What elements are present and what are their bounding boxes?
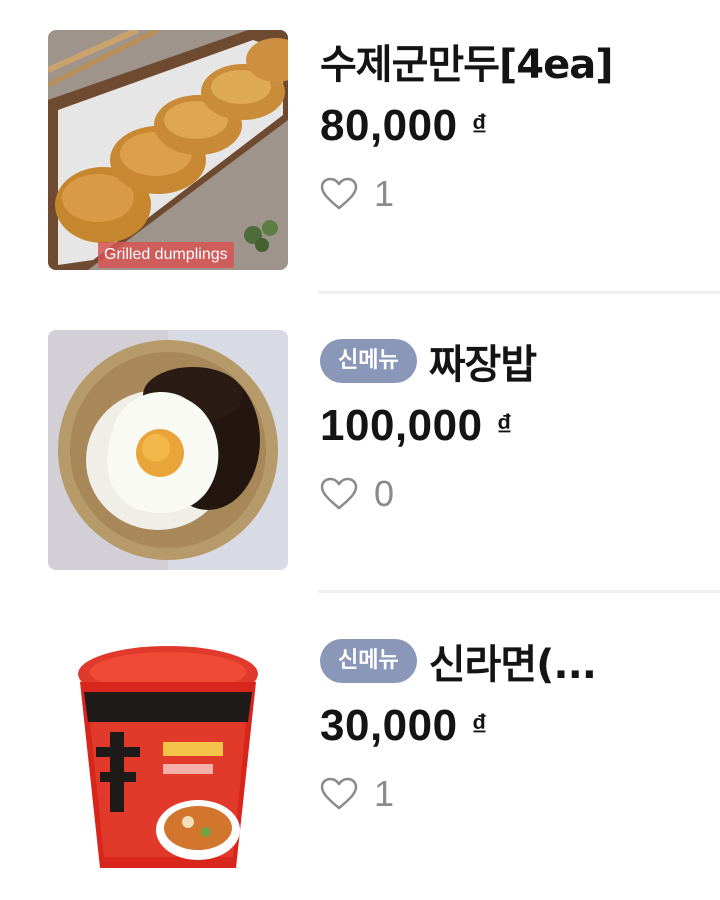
item-price: 80,000 [320, 101, 458, 150]
like-row: 1 [320, 770, 700, 818]
item-info: 신메뉴 신라면(... 30,000 ₫ 1 [320, 630, 700, 818]
jjajang-rice-photo [48, 330, 288, 570]
new-menu-badge: 신메뉴 [320, 339, 417, 383]
item-title[interactable]: 신라면(... [429, 632, 597, 690]
title-row: 신메뉴 짜장밥 [320, 330, 700, 392]
price-row: 30,000 ₫ [320, 698, 700, 754]
item-title[interactable]: 수제군만두[4ea] [320, 32, 614, 90]
divider [318, 590, 720, 593]
menu-item-dumplings[interactable]: Grilled dumplings 수제군만두[4ea] 80,000 ₫ 1 [0, 0, 720, 300]
price-row: 100,000 ₫ [320, 398, 700, 454]
item-info: 수제군만두[4ea] 80,000 ₫ 1 [320, 30, 700, 218]
thumb-caption: Grilled dumplings [98, 242, 234, 268]
dumplings-image[interactable]: Grilled dumplings [48, 30, 288, 270]
title-row: 수제군만두[4ea] [320, 30, 700, 92]
jjajang-rice-image[interactable] [48, 330, 288, 570]
like-row: 1 [320, 170, 700, 218]
item-info: 신메뉴 짜장밥 100,000 ₫ 0 [320, 330, 700, 518]
heart-outline-icon[interactable] [320, 777, 358, 811]
menu-item-jjajang-rice[interactable]: 신메뉴 짜장밥 100,000 ₫ 0 [0, 300, 720, 600]
title-row: 신메뉴 신라면(... [320, 630, 700, 692]
like-count: 1 [374, 173, 395, 214]
currency-symbol: ₫ [471, 709, 487, 742]
like-count: 0 [374, 473, 395, 514]
item-price: 100,000 [320, 401, 483, 450]
shin-ramyun-cup-photo [48, 632, 288, 872]
heart-outline-icon[interactable] [320, 477, 358, 511]
dumplings-photo [48, 30, 288, 270]
divider [318, 291, 720, 294]
item-price: 30,000 [320, 701, 458, 750]
currency-symbol: ₫ [471, 109, 487, 142]
price-row: 80,000 ₫ [320, 98, 700, 154]
item-title[interactable]: 짜장밥 [429, 332, 537, 390]
menu-item-shin-ramyun[interactable]: 신메뉴 신라면(... 30,000 ₫ 1 [0, 600, 720, 900]
currency-symbol: ₫ [496, 409, 512, 442]
like-row: 0 [320, 470, 700, 518]
shin-ramyun-image[interactable] [48, 632, 288, 872]
new-menu-badge: 신메뉴 [320, 639, 417, 683]
heart-outline-icon[interactable] [320, 177, 358, 211]
like-count: 1 [374, 773, 395, 814]
